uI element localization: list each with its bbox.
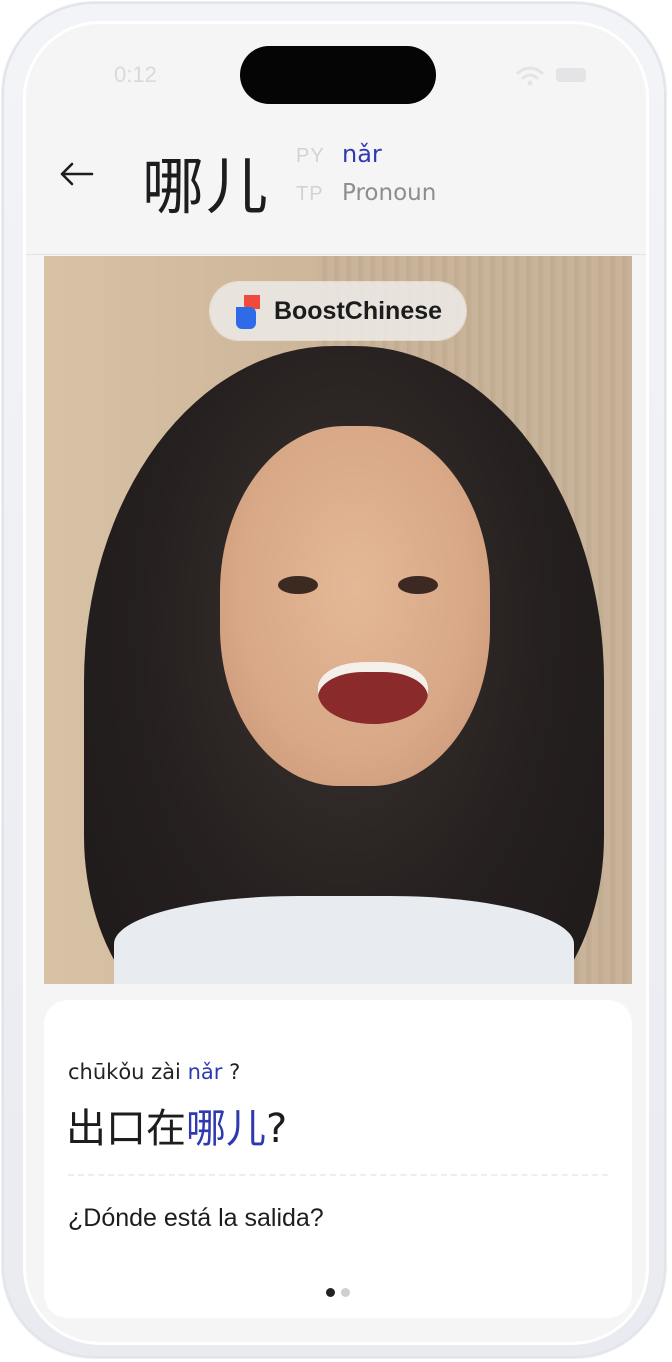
example-card: chūkǒu zài nǎr ? 出口在哪儿? ¿Dónde está la s…: [44, 1000, 632, 1318]
pinyin-key: PY: [296, 145, 325, 167]
back-button[interactable]: [56, 154, 96, 194]
boostchinese-logo-icon: [235, 295, 260, 329]
type-row: TP Pronoun: [296, 180, 436, 220]
pinyin-row: PY nǎr: [296, 140, 436, 180]
wifi-icon: [516, 66, 544, 86]
word-meta: PY nǎr TP Pronoun: [296, 140, 436, 220]
speaker-mouth: [318, 662, 428, 724]
example-sentence: 出口在哪儿?: [66, 1096, 287, 1154]
speaker-eye-left: [278, 576, 318, 594]
page-dot-2[interactable]: [341, 1288, 350, 1297]
pinyin-highlight: nǎr: [187, 1060, 223, 1084]
type-value: Pronoun: [342, 180, 437, 206]
page-dot-1[interactable]: [326, 1288, 335, 1297]
example-translation: ¿Dónde está la salida?: [68, 1204, 324, 1232]
brand-badge: BoostChinese: [210, 282, 466, 340]
sentence-suffix: ?: [266, 1106, 288, 1152]
brand-name: BoostChinese: [273, 296, 443, 325]
page-indicator[interactable]: [326, 1288, 350, 1297]
battery-icon: [556, 68, 586, 82]
example-pinyin: chūkǒu zài nǎr ?: [68, 1060, 240, 1084]
speaker-shirt: [114, 896, 574, 984]
headword: 哪儿: [142, 150, 271, 223]
speaker-face: [220, 426, 490, 786]
status-time: 0:12: [114, 62, 157, 87]
phone-frame: 哪儿 PY nǎr TP Pronoun 0:12 BoostChinese c…: [2, 2, 666, 1358]
pinyin-prefix: chūkǒu zài: [68, 1060, 181, 1084]
speaker-eye-right: [398, 576, 438, 594]
arrow-left-icon: [60, 162, 94, 186]
sentence-prefix: 出口在: [66, 1106, 186, 1152]
pinyin-value: nǎr: [342, 140, 382, 168]
app-screen: 哪儿 PY nǎr TP Pronoun 0:12 BoostChinese c…: [26, 24, 646, 1342]
pinyin-suffix: ?: [229, 1060, 241, 1084]
video-player[interactable]: BoostChinese: [44, 256, 632, 984]
dynamic-island: [240, 46, 436, 104]
card-divider: [68, 1174, 608, 1176]
type-key: TP: [296, 183, 324, 205]
sentence-highlight: 哪儿: [186, 1106, 266, 1152]
